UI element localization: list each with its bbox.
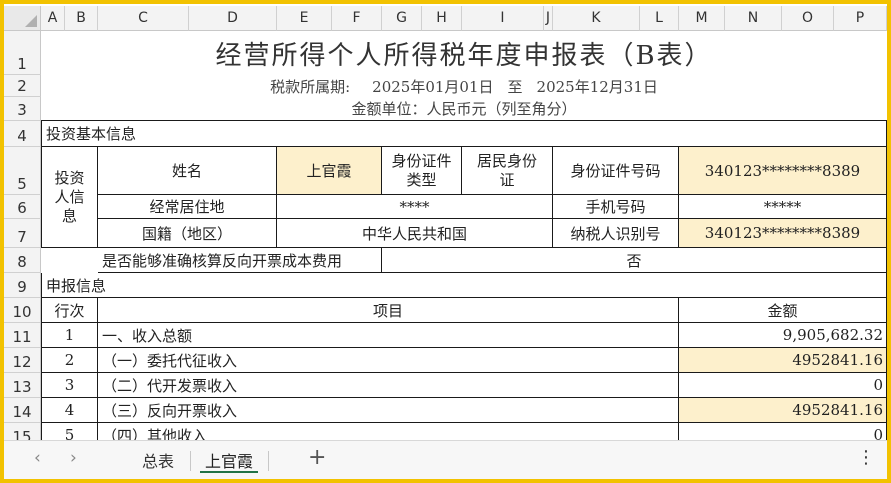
column-header-l[interactable]: L xyxy=(640,6,679,31)
row-header-13[interactable]: 13 xyxy=(4,373,41,398)
add-sheet-icon[interactable]: + xyxy=(308,445,326,470)
row-header-8[interactable]: 8 xyxy=(4,248,41,273)
investor-section-header[interactable]: 投资基本信息 xyxy=(41,121,887,147)
period-label: 税款所属期: xyxy=(270,77,351,96)
taxpayer-id-label[interactable]: 纳税人识别号 xyxy=(553,219,679,248)
more-options-icon[interactable]: ⋮ xyxy=(857,447,875,468)
row-item-3[interactable]: （二）代开发票收入 xyxy=(98,373,679,398)
column-header-a[interactable]: A xyxy=(41,6,65,31)
residence-label[interactable]: 经常居住地 xyxy=(98,195,277,219)
amount-header[interactable]: 金额 xyxy=(679,298,887,323)
column-header-n[interactable]: N xyxy=(725,6,782,31)
id-type-label[interactable]: 身份证件类型 xyxy=(382,147,462,195)
row-header-3[interactable]: 3 xyxy=(4,97,41,121)
form-title[interactable]: 经营所得个人所得税年度申报表（B表） xyxy=(41,31,887,75)
column-header-p[interactable]: P xyxy=(834,6,887,31)
column-header-k[interactable]: K xyxy=(553,6,640,31)
row-amount-2[interactable]: 4952841.16 xyxy=(679,348,887,373)
row-item-5[interactable]: （四）其他收入 xyxy=(98,423,679,440)
sheet-tab-bar: ‹ › 总表 上官霞 + ⋮ xyxy=(4,440,887,479)
row-seq-1[interactable]: 1 xyxy=(41,323,98,348)
row-seq-4[interactable]: 4 xyxy=(41,398,98,423)
nationality-label[interactable]: 国籍（地区） xyxy=(98,219,277,248)
select-all-corner[interactable] xyxy=(4,6,41,31)
spreadsheet: A B C D E F G H I J K L M N O P 1 2 3 4 … xyxy=(4,6,887,440)
column-header-b[interactable]: B xyxy=(65,6,98,31)
prev-sheet-icon[interactable]: ‹ xyxy=(34,448,41,468)
row-amount-5[interactable]: 0 xyxy=(679,423,887,440)
column-header-h[interactable]: H xyxy=(422,6,462,31)
row-header-5[interactable]: 5 xyxy=(4,147,41,195)
tab-summary[interactable]: 总表 xyxy=(130,445,186,475)
row-header-7[interactable]: 7 xyxy=(4,219,41,248)
seq-header[interactable]: 行次 xyxy=(41,298,98,323)
row-header-1[interactable]: 1 xyxy=(4,31,41,75)
id-number-label[interactable]: 身份证件号码 xyxy=(553,147,679,195)
period-end: 2025年12月31日 xyxy=(536,77,658,96)
taxpayer-id-value[interactable]: 340123********8389 xyxy=(679,219,887,248)
column-header-j[interactable]: J xyxy=(544,6,553,31)
column-header-m[interactable]: M xyxy=(679,6,725,31)
period-to: 至 xyxy=(507,77,523,96)
row-item-4[interactable]: （三）反向开票收入 xyxy=(98,398,679,423)
column-header-c[interactable]: C xyxy=(98,6,189,31)
row-seq-5[interactable]: 5 xyxy=(41,423,98,440)
amount-unit[interactable]: 金额单位：人民币元（列至角分） xyxy=(41,97,887,121)
next-sheet-icon[interactable]: › xyxy=(70,448,77,468)
column-header-e[interactable]: E xyxy=(277,6,332,31)
tax-period[interactable]: 税款所属期: 2025年01月01日 至 2025年12月31日 xyxy=(41,75,887,97)
investor-group-label[interactable]: 投资人信息 xyxy=(41,147,98,248)
id-number-value[interactable]: 340123********8389 xyxy=(679,147,887,195)
column-header-d[interactable]: D xyxy=(189,6,277,31)
row-header-15[interactable]: 15 xyxy=(4,423,41,440)
column-header-i[interactable]: I xyxy=(462,6,544,31)
row-item-2[interactable]: （一）委托代征收入 xyxy=(98,348,679,373)
phone-value[interactable]: ***** xyxy=(679,195,887,219)
reverse-invoice-value[interactable]: 否 xyxy=(382,248,887,273)
row-header-12[interactable]: 12 xyxy=(4,348,41,373)
report-section-header[interactable]: 申报信息 xyxy=(41,273,887,298)
row-header-14[interactable]: 14 xyxy=(4,398,41,423)
row-item-1[interactable]: 一、收入总额 xyxy=(98,323,679,348)
tab-separator xyxy=(190,451,191,471)
row-header-11[interactable]: 11 xyxy=(4,323,41,348)
row-header-6[interactable]: 6 xyxy=(4,195,41,219)
phone-label[interactable]: 手机号码 xyxy=(553,195,679,219)
row-seq-2[interactable]: 2 xyxy=(41,348,98,373)
cell-grid: 经营所得个人所得税年度申报表（B表） 税款所属期: 2025年01月01日 至 … xyxy=(41,31,887,440)
row-seq-3[interactable]: 3 xyxy=(41,373,98,398)
period-start: 2025年01月01日 xyxy=(372,77,494,96)
tab-separator xyxy=(268,451,269,471)
row-header-4[interactable]: 4 xyxy=(4,121,41,147)
row-amount-4[interactable]: 4952841.16 xyxy=(679,398,887,423)
id-type-value[interactable]: 居民身份证 xyxy=(462,147,553,195)
column-header-f[interactable]: F xyxy=(332,6,382,31)
tab-shangguan-xia[interactable]: 上官霞 xyxy=(194,445,264,475)
row-amount-3[interactable]: 0 xyxy=(679,373,887,398)
name-label[interactable]: 姓名 xyxy=(98,147,277,195)
row-amount-1[interactable]: 9,905,682.32 xyxy=(679,323,887,348)
row-header-2[interactable]: 2 xyxy=(4,75,41,97)
item-header[interactable]: 项目 xyxy=(98,298,679,323)
row-header-10[interactable]: 10 xyxy=(4,298,41,323)
column-header-g[interactable]: G xyxy=(382,6,422,31)
reverse-invoice-label[interactable]: 是否能够准确核算反向开票成本费用 xyxy=(98,248,382,273)
nationality-value[interactable]: 中华人民共和国 xyxy=(277,219,553,248)
row-header-9[interactable]: 9 xyxy=(4,273,41,298)
name-value[interactable]: 上官霞 xyxy=(277,147,382,195)
column-header-o[interactable]: O xyxy=(782,6,834,31)
residence-value[interactable]: **** xyxy=(277,195,553,219)
